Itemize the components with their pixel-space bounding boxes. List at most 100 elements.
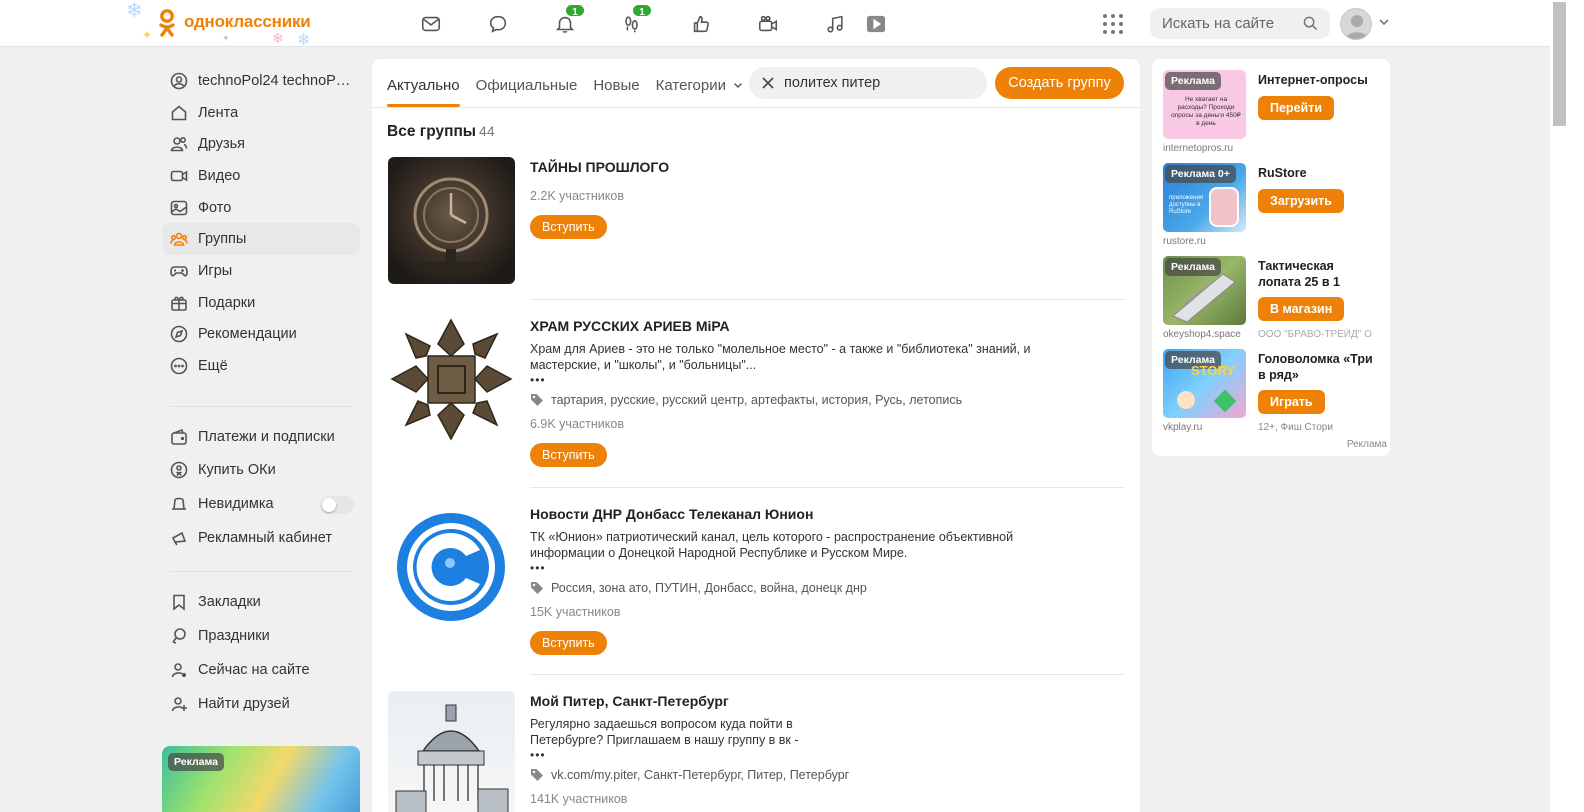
- sidebar-item-games[interactable]: Игры: [162, 255, 360, 287]
- group-avatar[interactable]: [388, 157, 515, 284]
- logo[interactable]: ❄ ✦ ❄ ❄ ✦ одноклассники: [122, 0, 322, 49]
- group-description: Регулярно задаешься вопросом куда пойти …: [530, 717, 799, 747]
- group-tags-text[interactable]: Россия, зона ато, ПУТИН, Донбасс, война,…: [551, 581, 867, 595]
- ok-logo-icon: [159, 9, 175, 37]
- star-icon: ✦: [142, 28, 153, 42]
- group-avatar[interactable]: [388, 316, 515, 443]
- tab-actual[interactable]: Актуально: [387, 59, 460, 107]
- all-groups-count: 44: [479, 123, 495, 139]
- events-button[interactable]: [686, 10, 716, 38]
- create-group-button[interactable]: Создать группу: [995, 67, 1124, 99]
- video-icon: [170, 167, 188, 185]
- sidebar-item-video[interactable]: Видео: [162, 160, 360, 192]
- ad-title[interactable]: Головоломка «Три в ряд»: [1258, 351, 1378, 383]
- guests-button[interactable]: 1: [617, 3, 653, 38]
- ad-image[interactable]: Реклама 0+ приложения доступны в RuStore: [1163, 163, 1246, 232]
- ad-title[interactable]: RuStore: [1258, 165, 1378, 181]
- sidebar-item-label: Друзья: [198, 136, 246, 153]
- ad-advertiser: ООО "БРАВО-ТРЕЙД" О: [1258, 329, 1372, 340]
- site-search-input[interactable]: [1150, 8, 1290, 39]
- all-groups-label: Все группы: [387, 123, 477, 140]
- expand-description-button[interactable]: •••: [530, 373, 1090, 387]
- group-tags-text[interactable]: тартария, русские, русский центр, артефа…: [551, 393, 962, 407]
- group-avatar[interactable]: [388, 504, 515, 631]
- sidebar-ad-banner[interactable]: Реклама: [162, 746, 360, 812]
- messages-button[interactable]: [416, 10, 446, 38]
- discussions-button[interactable]: [483, 10, 513, 38]
- group-search-input[interactable]: [784, 67, 974, 99]
- group-name[interactable]: ХРАМ РУССКИХ АРИЕВ МiРА: [530, 318, 1090, 334]
- sidebar-item-buy-oks[interactable]: Купить ОКи: [162, 454, 360, 488]
- expand-description-button[interactable]: •••: [530, 748, 1090, 762]
- music-button[interactable]: [820, 10, 850, 38]
- character-image: [1177, 391, 1195, 409]
- notifications-button[interactable]: 1: [550, 3, 586, 38]
- search-icon[interactable]: [1303, 16, 1318, 31]
- ad-image[interactable]: Реклама Не хватает на расходы? Проходи о…: [1163, 70, 1246, 139]
- sidebar-item-label: Группы: [198, 231, 247, 248]
- sidebar-item-payments[interactable]: Платежи и подписки: [162, 420, 360, 454]
- clear-search-icon[interactable]: [761, 76, 775, 90]
- avatar[interactable]: [1340, 8, 1372, 40]
- ad-image[interactable]: Реклама STORY: [1163, 349, 1246, 418]
- ad-action-button[interactable]: Перейти: [1258, 96, 1335, 120]
- sidebar-item-more[interactable]: Ещё: [162, 350, 360, 382]
- sidebar-item-holidays[interactable]: Праздники: [162, 619, 360, 653]
- group-name[interactable]: Мой Питер, Санкт-Петербург: [530, 693, 1090, 709]
- ad-action-button[interactable]: В магазин: [1258, 297, 1345, 321]
- tag-icon: [531, 394, 543, 406]
- ad-action-button[interactable]: Играть: [1258, 390, 1325, 414]
- invisible-toggle[interactable]: [320, 496, 354, 515]
- cathedral-image: [395, 704, 509, 812]
- sidebar-item-label: Игры: [198, 262, 233, 279]
- guests-badge: 1: [631, 3, 653, 18]
- sidebar-item-label: technoPol24 technoPol24: [198, 72, 358, 89]
- tab-new[interactable]: Новые: [593, 59, 639, 107]
- chevron-down-icon[interactable]: [1378, 16, 1390, 28]
- sidebar-item-gifts[interactable]: Подарки: [162, 287, 360, 319]
- tab-official[interactable]: Официальные: [476, 59, 578, 107]
- sidebar-item-feed[interactable]: Лента: [162, 97, 360, 129]
- sidebar-item-find-friends[interactable]: Найти друзей: [162, 687, 360, 721]
- divider: [530, 299, 1124, 300]
- sidebar-item-label: Найти друзей: [198, 695, 290, 712]
- friends-icon: [170, 135, 188, 153]
- join-button[interactable]: Вступить: [530, 443, 607, 467]
- tag-icon: [531, 582, 543, 594]
- wallet-icon: [170, 428, 188, 446]
- group-avatar[interactable]: [388, 691, 515, 812]
- logo-text: одноклассники: [184, 12, 311, 31]
- group-name[interactable]: ТАЙНЫ ПРОШЛОГО: [530, 159, 1090, 175]
- join-button[interactable]: Вступить: [530, 215, 607, 239]
- sidebar-item-bookmarks[interactable]: Закладки: [162, 586, 360, 620]
- videos-top-button[interactable]: [861, 10, 891, 38]
- union-tv-logo: [397, 513, 505, 621]
- invisible-icon: [170, 495, 188, 513]
- sidebar-item-label: Подарки: [198, 294, 256, 311]
- music-note-icon: [827, 15, 843, 33]
- sidebar-item-online-now[interactable]: Сейчас на сайте: [162, 653, 360, 687]
- ad-title[interactable]: Интернет-опросы: [1258, 72, 1378, 88]
- group-info: ТАЙНЫ ПРОШЛОГО 2.2K участников Вступить: [530, 157, 1090, 239]
- gem-image: [1213, 389, 1237, 413]
- sidebar-item-recommendations[interactable]: Рекомендации: [162, 319, 360, 351]
- user-icon: [170, 72, 188, 90]
- sidebar-item-ad-cabinet[interactable]: Рекламный кабинет: [162, 521, 360, 555]
- sidebar-item-photo[interactable]: Фото: [162, 192, 360, 224]
- group-name[interactable]: Новости ДНР Донбасс Телеканал Юнион: [530, 506, 1090, 522]
- video-calls-button[interactable]: [753, 10, 783, 38]
- gift-icon: [170, 294, 188, 312]
- sidebar-item-groups[interactable]: Группы: [162, 223, 360, 256]
- scrollbar-thumb[interactable]: [1553, 2, 1566, 126]
- expand-description-button[interactable]: •••: [530, 561, 1090, 575]
- ad-image[interactable]: Реклама: [1163, 256, 1246, 325]
- tab-categories[interactable]: Категории: [656, 59, 744, 107]
- join-button[interactable]: Вступить: [530, 631, 607, 655]
- sidebar-item-profile[interactable]: technoPol24 technoPol24: [162, 65, 360, 97]
- ad-action-button[interactable]: Загрузить: [1258, 189, 1344, 213]
- shovel-image: [1172, 273, 1236, 323]
- group-tags-text[interactable]: vk.com/my.piter, Санкт-Петербург, Питер,…: [551, 768, 849, 782]
- sidebar-item-friends[interactable]: Друзья: [162, 128, 360, 160]
- ad-title[interactable]: Тактическая лопата 25 в 1: [1258, 258, 1378, 290]
- apps-grid-icon[interactable]: [1101, 12, 1125, 36]
